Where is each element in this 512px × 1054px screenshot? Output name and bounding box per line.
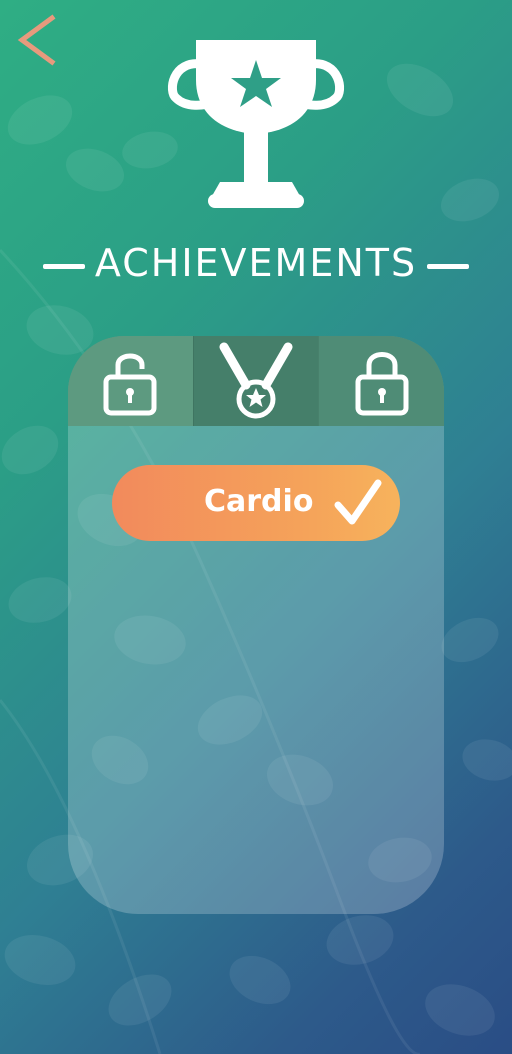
achievement-label: Cardio xyxy=(204,484,314,519)
title-dash-right xyxy=(427,263,470,269)
check-icon xyxy=(334,479,382,525)
page-header: ACHIEVEMENTS xyxy=(0,232,512,294)
tab-medals[interactable] xyxy=(192,336,319,426)
trophy-icon xyxy=(168,40,344,208)
tab-locked[interactable] xyxy=(318,336,444,426)
achievement-item-cardio[interactable]: Cardio xyxy=(112,465,400,541)
back-button[interactable] xyxy=(12,10,60,72)
medal-icon xyxy=(219,342,293,419)
achievement-tabs xyxy=(68,336,444,426)
tab-unlocked[interactable] xyxy=(68,336,193,426)
achievements-panel: Cardio xyxy=(68,336,444,914)
unlock-icon xyxy=(103,353,157,416)
title-dash-left xyxy=(42,263,85,269)
lock-icon xyxy=(355,352,409,416)
chevron-left-icon xyxy=(17,14,56,66)
page-title: ACHIEVEMENTS xyxy=(94,241,418,285)
